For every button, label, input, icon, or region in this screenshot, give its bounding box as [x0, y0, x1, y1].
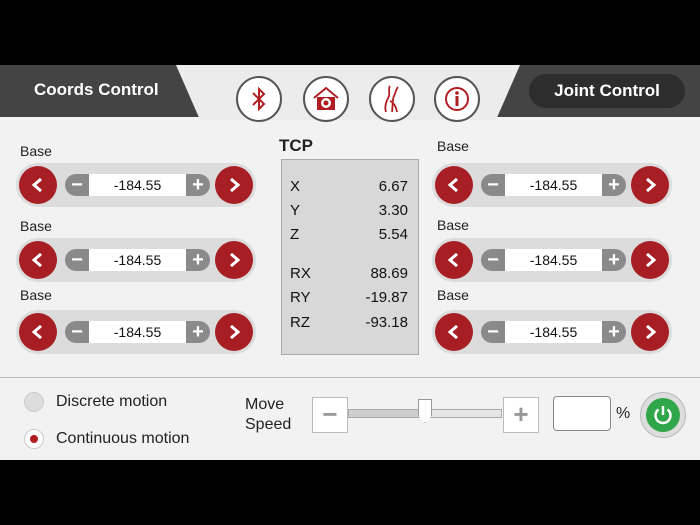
- axis-value-field[interactable]: -184.55: [505, 174, 602, 196]
- decrease-arrow-button[interactable]: [435, 241, 473, 279]
- increase-arrow-button[interactable]: [631, 241, 669, 279]
- joint-control-button[interactable]: Joint Control: [529, 74, 685, 108]
- tcp-row-rz: RZ -93.18: [282, 314, 420, 334]
- move-speed-label: Move Speed: [245, 395, 291, 435]
- axis-value-field[interactable]: -184.55: [505, 321, 602, 343]
- plus-button[interactable]: +: [186, 249, 210, 271]
- axis-value-field[interactable]: -184.55: [89, 321, 186, 343]
- tcp-value: 6.67: [378, 178, 408, 195]
- axis-control-right-3: − -184.55 +: [432, 310, 672, 354]
- decrease-arrow-button[interactable]: [19, 241, 57, 279]
- axis-value-field[interactable]: -184.55: [505, 249, 602, 271]
- tcp-key: RX: [290, 265, 311, 282]
- axis-control-left-3: − -184.55 +: [16, 310, 256, 354]
- bluetooth-icon[interactable]: [236, 76, 282, 122]
- speed-slider-fill: [349, 410, 425, 417]
- move-speed-label-line2: Speed: [245, 416, 292, 433]
- minus-button[interactable]: −: [65, 321, 89, 343]
- power-icon: [646, 398, 680, 432]
- increase-arrow-button[interactable]: [215, 166, 253, 204]
- minus-button[interactable]: −: [481, 321, 505, 343]
- info-icon[interactable]: [434, 76, 480, 122]
- increase-arrow-button[interactable]: [215, 313, 253, 351]
- speed-minus-button[interactable]: −: [312, 397, 348, 433]
- axis-control-right-2: − -184.55 +: [432, 238, 672, 282]
- minus-button[interactable]: −: [65, 249, 89, 271]
- axis-value-field[interactable]: -184.55: [89, 249, 186, 271]
- tcp-row-ry: RY -19.87: [282, 289, 420, 309]
- axis-control-left-2: − -184.55 +: [16, 238, 256, 282]
- tcp-key: Z: [290, 226, 300, 243]
- minus-button[interactable]: −: [481, 249, 505, 271]
- plus-button[interactable]: +: [602, 249, 626, 271]
- increase-arrow-button[interactable]: [631, 313, 669, 351]
- axis-label-left-3: Base: [20, 287, 52, 303]
- tcp-key: Y: [290, 202, 301, 219]
- axis-label-left-1: Base: [20, 143, 52, 159]
- tcp-row-x: X 6.67: [282, 178, 420, 198]
- tcp-row-rx: RX 88.69: [282, 265, 420, 285]
- axis-control-left-1: − -184.55 +: [16, 163, 256, 207]
- tcp-key: X: [290, 178, 301, 195]
- decrease-arrow-button[interactable]: [19, 313, 57, 351]
- tcp-value: 3.30: [378, 202, 408, 219]
- axis-label-right-1: Base: [437, 138, 469, 154]
- increase-arrow-button[interactable]: [215, 241, 253, 279]
- axis-label-right-2: Base: [437, 217, 469, 233]
- tcp-readout: X 6.67 Y 3.30 Z 5.54 RX 88.69 RY -19.87 RZ -93…: [281, 159, 419, 355]
- axis-label-right-3: Base: [437, 287, 469, 303]
- continuous-motion-radio[interactable]: [24, 429, 44, 449]
- tcp-key: RZ: [290, 314, 310, 331]
- divider: [0, 377, 700, 378]
- hand-icon[interactable]: [369, 76, 415, 122]
- tcp-title: TCP: [279, 136, 313, 155]
- speed-slider-thumb[interactable]: [418, 399, 432, 423]
- decrease-arrow-button[interactable]: [435, 166, 473, 204]
- discrete-motion-label: Discrete motion: [56, 393, 168, 410]
- home-target-icon[interactable]: [303, 76, 349, 122]
- plus-button[interactable]: +: [602, 174, 626, 196]
- tcp-value: -93.18: [365, 314, 408, 331]
- decrease-arrow-button[interactable]: [435, 313, 473, 351]
- axis-value-field[interactable]: -184.55: [89, 174, 186, 196]
- axis-label-left-2: Base: [20, 218, 52, 234]
- speed-percent-input[interactable]: [553, 396, 611, 431]
- power-button[interactable]: [640, 392, 686, 438]
- speed-plus-button[interactable]: +: [503, 397, 539, 433]
- percent-sign: %: [616, 405, 631, 422]
- axis-control-right-1: − -184.55 +: [432, 163, 672, 207]
- increase-arrow-button[interactable]: [631, 166, 669, 204]
- continuous-motion-label: Continuous motion: [56, 430, 190, 447]
- tcp-row-z: Z 5.54: [282, 226, 420, 246]
- coords-control-panel: Coords Control Joint Control Base − -184…: [0, 65, 700, 460]
- plus-button[interactable]: +: [602, 321, 626, 343]
- discrete-motion-radio[interactable]: [24, 392, 44, 412]
- move-speed-label-line1: Move: [245, 396, 285, 413]
- tcp-value: -19.87: [365, 289, 408, 306]
- tcp-key: RY: [290, 289, 311, 306]
- plus-button[interactable]: +: [186, 321, 210, 343]
- tab-coords-control[interactable]: Coords Control: [34, 80, 159, 100]
- minus-button[interactable]: −: [481, 174, 505, 196]
- tcp-row-y: Y 3.30: [282, 202, 420, 222]
- minus-button[interactable]: −: [65, 174, 89, 196]
- tcp-value: 88.69: [370, 265, 408, 282]
- tcp-value: 5.54: [378, 226, 408, 243]
- decrease-arrow-button[interactable]: [19, 166, 57, 204]
- plus-button[interactable]: +: [186, 174, 210, 196]
